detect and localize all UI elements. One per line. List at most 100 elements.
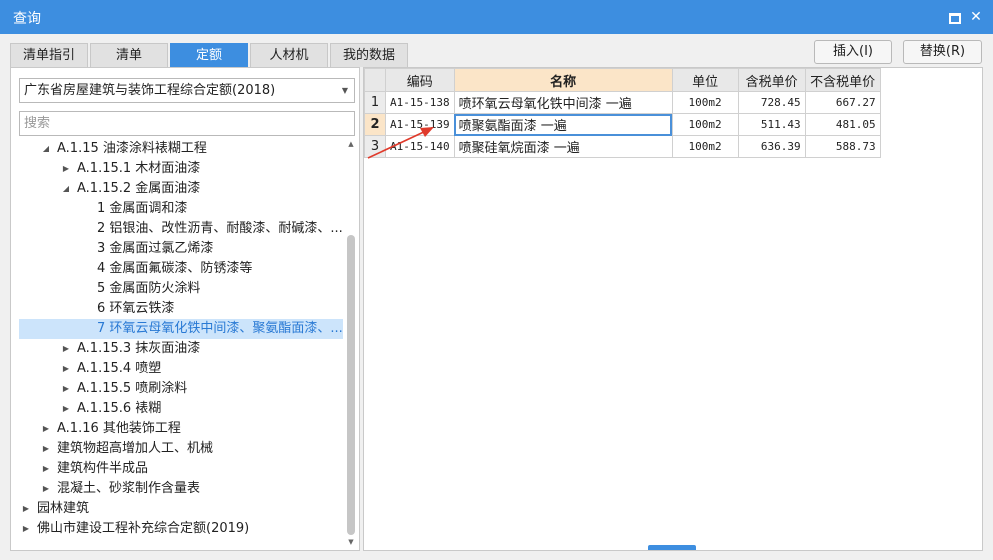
table-row[interactable]: 3 A1-15-140 喷聚硅氧烷面漆 一遍 100m2 636.39 588.… — [364, 135, 881, 158]
triangle-right-icon[interactable]: ▶ — [61, 339, 71, 359]
tree-node-label: A.1.15.6 裱糊 — [77, 401, 162, 416]
quota-library-select[interactable]: 广东省房屋建筑与装饰工程综合定额(2018) ▼ — [19, 78, 355, 103]
tree-node[interactable]: ▶ 建筑物超高增加人工、机械 — [19, 439, 343, 459]
cell-price-notax[interactable]: 481.05 — [804, 113, 881, 136]
tree-node[interactable]: ▶ A.1.15.1 木材面油漆 — [19, 159, 343, 179]
triangle-right-icon[interactable]: ▶ — [21, 519, 31, 539]
header-price-notax[interactable]: 不含税单价 — [804, 68, 881, 92]
header-price-tax[interactable]: 含税单价 — [737, 68, 806, 92]
tree-node-label: A.1.15.5 喷刷涂料 — [77, 381, 188, 396]
tree-node[interactable]: ▶ 园林建筑 — [19, 499, 343, 519]
tree-node-label: 佛山市建设工程补充综合定额(2019) — [37, 521, 250, 536]
triangle-right-icon[interactable]: ▶ — [61, 359, 71, 379]
scrollbar-thumb[interactable] — [347, 235, 355, 535]
triangle-right-icon[interactable]: ▶ — [61, 399, 71, 419]
tree-node[interactable]: ▶ A.1.16 其他装饰工程 — [19, 419, 343, 439]
triangle-right-icon[interactable]: ▶ — [61, 159, 71, 179]
search-input[interactable]: 搜索 — [19, 111, 355, 136]
table-row[interactable]: 2 A1-15-139 喷聚氨酯面漆 一遍 100m2 511.43 481.0… — [364, 113, 881, 136]
tree-node-label: 建筑物超高增加人工、机械 — [57, 441, 214, 456]
tab-quota[interactable]: 定额 — [170, 43, 248, 67]
close-icon: ✕ — [970, 9, 982, 25]
quota-grid: 编码 名称 单位 含税单价 不含税单价 1 A1-15-138 喷环氧云母氧化铁… — [364, 68, 881, 158]
tree-node-label: 混凝土、砂浆制作含量表 — [57, 481, 201, 496]
quota-library-value: 广东省房屋建筑与装饰工程综合定额(2018) — [24, 83, 276, 98]
tree-node[interactable]: 4 金属面氟碳漆、防锈漆等 — [19, 259, 343, 279]
header-name[interactable]: 名称 — [453, 68, 673, 92]
tree-node-label: 4 金属面氟碳漆、防锈漆等 — [97, 261, 253, 276]
triangle-right-icon[interactable]: ▶ — [61, 379, 71, 399]
close-button[interactable]: ✕ — [968, 9, 984, 25]
table-row[interactable]: 1 A1-15-138 喷环氧云母氧化铁中间漆 一遍 100m2 728.45 … — [364, 91, 881, 114]
tree-node-label: A.1.15.2 金属面油漆 — [77, 181, 201, 196]
tree-node-label: A.1.15.3 抹灰面油漆 — [77, 341, 201, 356]
header-unit[interactable]: 单位 — [671, 68, 739, 92]
tree-node-label: 7 环氧云母氧化铁中间漆、聚氨酯面漆、... — [97, 321, 343, 336]
header-rownum — [364, 68, 386, 92]
window-title: 查询 — [13, 11, 41, 27]
cell-unit[interactable]: 100m2 — [671, 135, 739, 158]
cell-code[interactable]: A1-15-138 — [385, 91, 455, 114]
tree-node[interactable]: 6 环氧云铁漆 — [19, 299, 343, 319]
header-code[interactable]: 编码 — [385, 68, 455, 92]
cell-code[interactable]: A1-15-140 — [385, 135, 455, 158]
replace-button[interactable]: 替换(R) — [903, 40, 982, 64]
tree-node[interactable]: ▶ A.1.15.5 喷刷涂料 — [19, 379, 343, 399]
tab-materials[interactable]: 人材机 — [250, 43, 328, 67]
tree-node[interactable]: 3 金属面过氯乙烯漆 — [19, 239, 343, 259]
triangle-down-icon[interactable]: ◢ — [61, 179, 71, 199]
cell-price-tax[interactable]: 728.45 — [737, 91, 806, 114]
tree-node[interactable]: 7 环氧云母氧化铁中间漆、聚氨酯面漆、... — [19, 319, 343, 339]
tree-node[interactable]: 2 铝银油、改性沥青、耐酸漆、耐碱漆、... — [19, 219, 343, 239]
cell-unit[interactable]: 100m2 — [671, 91, 739, 114]
tree-node[interactable]: ◢ A.1.15.2 金属面油漆 — [19, 179, 343, 199]
cell-name[interactable]: 喷聚氨酯面漆 一遍 — [453, 113, 673, 136]
row-number: 1 — [364, 91, 386, 114]
panel-resize-grip[interactable] — [648, 545, 696, 550]
cell-name[interactable]: 喷环氧云母氧化铁中间漆 一遍 — [453, 91, 673, 114]
cell-price-notax[interactable]: 667.27 — [804, 91, 881, 114]
tree-node-label: A.1.16 其他装饰工程 — [57, 421, 181, 436]
tree-node[interactable]: ▶ A.1.15.3 抹灰面油漆 — [19, 339, 343, 359]
triangle-right-icon[interactable]: ▶ — [21, 499, 31, 519]
cell-price-tax[interactable]: 511.43 — [737, 113, 806, 136]
tree-node[interactable]: ▶ A.1.15.4 喷塑 — [19, 359, 343, 379]
maximize-icon — [949, 13, 961, 24]
tab-my-data[interactable]: 我的数据 — [330, 43, 408, 67]
quota-grid-panel: 编码 名称 单位 含税单价 不含税单价 1 A1-15-138 喷环氧云母氧化铁… — [363, 67, 983, 551]
tree-node[interactable]: ▶ 佛山市建设工程补充综合定额(2019) — [19, 519, 343, 539]
tree-node[interactable]: ◢ A.1.15 油漆涂料裱糊工程 — [19, 139, 343, 159]
title-bar: 查询 ✕ — [0, 0, 993, 34]
tree-node-label: 3 金属面过氯乙烯漆 — [97, 241, 214, 256]
row-number: 3 — [364, 135, 386, 158]
cell-unit[interactable]: 100m2 — [671, 113, 739, 136]
tree-node[interactable]: 5 金属面防火涂料 — [19, 279, 343, 299]
maximize-button[interactable] — [946, 9, 962, 25]
quota-tree-panel: 广东省房屋建筑与装饰工程综合定额(2018) ▼ 搜索 ◢ A.1.15 油漆涂料… — [10, 67, 360, 551]
tree-scrollbar[interactable]: ▲ ▼ — [345, 139, 357, 547]
cell-price-tax[interactable]: 636.39 — [737, 135, 806, 158]
cell-code[interactable]: A1-15-139 — [385, 113, 455, 136]
quota-tree: ◢ A.1.15 油漆涂料裱糊工程 ▶ A.1.15.1 木材面油漆 ◢ A.1.15.2… — [11, 139, 343, 549]
tree-node[interactable]: ▶ 建筑构件半成品 — [19, 459, 343, 479]
tree-node[interactable]: ▶ A.1.15.6 裱糊 — [19, 399, 343, 419]
triangle-right-icon[interactable]: ▶ — [41, 439, 51, 459]
tree-node[interactable]: 1 金属面调和漆 — [19, 199, 343, 219]
triangle-right-icon[interactable]: ▶ — [41, 419, 51, 439]
tab-list[interactable]: 清单 — [90, 43, 168, 67]
scroll-down-icon[interactable]: ▼ — [345, 537, 357, 547]
tree-node-label: A.1.15.4 喷塑 — [77, 361, 162, 376]
tab-list-guide[interactable]: 清单指引 — [10, 43, 88, 67]
tree-node-label: 园林建筑 — [37, 501, 90, 516]
tree-node-label: 6 环氧云铁漆 — [97, 301, 175, 316]
tree-node-label: 1 金属面调和漆 — [97, 201, 188, 216]
cell-name[interactable]: 喷聚硅氧烷面漆 一遍 — [453, 135, 673, 158]
insert-button[interactable]: 插入(I) — [814, 40, 892, 64]
triangle-right-icon[interactable]: ▶ — [41, 479, 51, 499]
triangle-down-icon[interactable]: ◢ — [41, 139, 51, 159]
tree-node[interactable]: ▶ 混凝土、砂浆制作含量表 — [19, 479, 343, 499]
cell-price-notax[interactable]: 588.73 — [804, 135, 881, 158]
scroll-up-icon[interactable]: ▲ — [345, 139, 357, 149]
row-number: 2 — [364, 113, 386, 136]
triangle-right-icon[interactable]: ▶ — [41, 459, 51, 479]
